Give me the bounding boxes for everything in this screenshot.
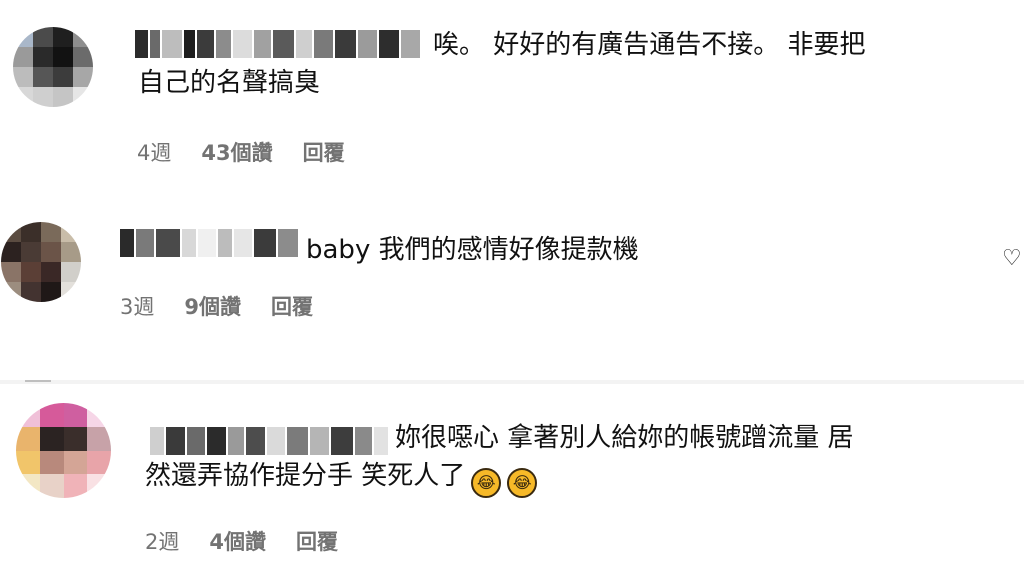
reply-button[interactable]: 回覆 bbox=[303, 139, 345, 167]
laughing-emoji-icon: 😂 bbox=[471, 468, 502, 498]
like-count[interactable]: 43個讚 bbox=[201, 139, 272, 167]
comment-age[interactable]: 2週 bbox=[145, 528, 179, 556]
comment-meta: 3週 9個讚 回覆 bbox=[120, 293, 313, 321]
comment-2-background bbox=[0, 192, 1024, 384]
heart-icon[interactable]: ♡ bbox=[1002, 247, 1024, 271]
avatar[interactable] bbox=[13, 27, 93, 107]
reply-button[interactable]: 回覆 bbox=[296, 528, 338, 556]
reply-button[interactable]: 回覆 bbox=[271, 293, 313, 321]
like-count[interactable]: 4個讚 bbox=[209, 528, 266, 556]
section-gap bbox=[0, 380, 1024, 384]
comment-age[interactable]: 3週 bbox=[120, 293, 154, 321]
comment-text: 妳很噁心 拿著別人給妳的帳號蹭流量 居 然還弄協作提分手 笑死人了 😂 😂 bbox=[145, 419, 1015, 498]
avatar[interactable] bbox=[16, 403, 111, 498]
comment-text: 唉。 好好的有廣告通告不接。 非要把 自己的名聲搞臭 bbox=[138, 30, 866, 98]
laughing-emoji-icon: 😂 bbox=[507, 468, 538, 498]
comment-age[interactable]: 4週 bbox=[137, 139, 171, 167]
comment-meta: 2週 4個讚 回覆 bbox=[145, 528, 338, 556]
username-blurred[interactable] bbox=[120, 229, 298, 257]
comment-text: baby 我們的感情好像提款機 bbox=[306, 235, 639, 265]
avatar[interactable] bbox=[1, 222, 81, 302]
comment-meta: 4週 43個讚 回覆 bbox=[137, 139, 345, 167]
like-count[interactable]: 9個讚 bbox=[184, 293, 241, 321]
divider bbox=[25, 380, 51, 382]
